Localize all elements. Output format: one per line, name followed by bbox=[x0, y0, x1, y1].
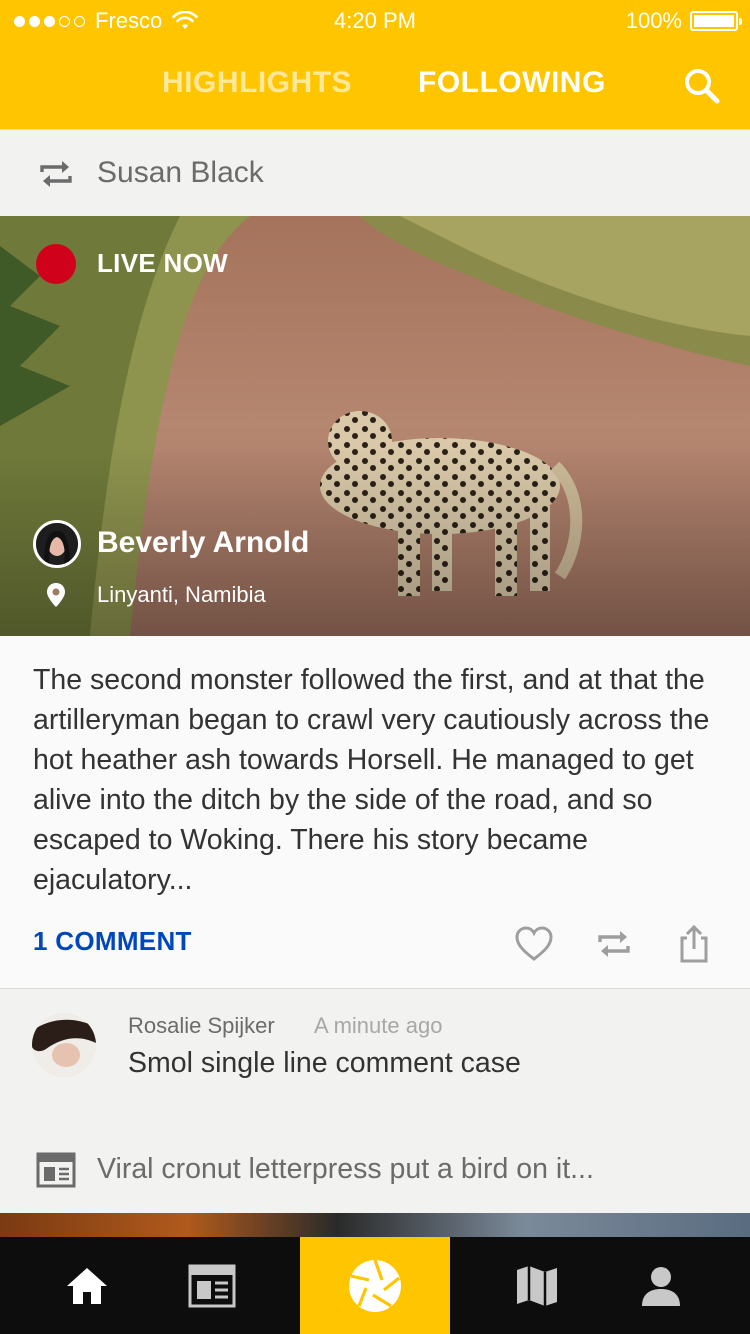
commenter-avatar-image bbox=[32, 1013, 96, 1077]
battery-icon bbox=[690, 11, 742, 31]
live-now-label: LIVE NOW bbox=[97, 248, 228, 278]
article-icon bbox=[36, 1152, 76, 1188]
tab-following[interactable]: FOLLOWING bbox=[418, 66, 606, 100]
home-icon bbox=[67, 1267, 107, 1304]
comment-author[interactable]: Rosalie Spijker bbox=[128, 1013, 275, 1039]
post-body: The second monster followed the first, a… bbox=[0, 636, 750, 988]
share-icon[interactable] bbox=[674, 924, 714, 964]
profile-icon bbox=[642, 1266, 680, 1306]
leopard-photo bbox=[0, 216, 750, 636]
comments-link[interactable]: 1 COMMENT bbox=[33, 926, 192, 957]
comment-timestamp: A minute ago bbox=[314, 1013, 443, 1038]
repost-icon[interactable] bbox=[594, 924, 634, 964]
nav-bar: HIGHLIGHTS FOLLOWING bbox=[0, 40, 750, 129]
status-bar: Fresco 4:20 PM 100% bbox=[0, 0, 750, 40]
tab-news[interactable] bbox=[137, 1237, 287, 1334]
post-text[interactable]: The second monster followed the first, a… bbox=[33, 660, 723, 900]
next-post-image-peek[interactable] bbox=[0, 1213, 750, 1238]
comment-section: Rosalie Spijker A minute ago Smol single… bbox=[0, 988, 750, 1213]
avatar-image bbox=[36, 523, 78, 565]
avatar[interactable] bbox=[33, 520, 81, 568]
tab-profile[interactable] bbox=[586, 1237, 736, 1334]
map-icon bbox=[517, 1265, 557, 1306]
tab-highlights[interactable]: HIGHLIGHTS bbox=[162, 66, 352, 100]
repost-attribution[interactable]: Susan Black bbox=[0, 129, 750, 216]
post-location[interactable]: Linyanti, Namibia bbox=[97, 582, 266, 608]
battery-percent: 100% bbox=[625, 8, 682, 33]
location-pin-icon bbox=[47, 583, 65, 607]
avatar[interactable] bbox=[32, 1013, 96, 1077]
related-article-title[interactable]: Viral cronut letterpress put a bird on i… bbox=[97, 1153, 594, 1186]
tab-camera[interactable] bbox=[300, 1237, 450, 1334]
tab-bar bbox=[0, 1237, 750, 1334]
news-icon bbox=[188, 1264, 236, 1307]
camera-shutter-icon bbox=[349, 1258, 401, 1312]
status-right: 100% bbox=[625, 8, 742, 34]
reposted-by-name[interactable]: Susan Black bbox=[97, 156, 264, 190]
heart-icon[interactable] bbox=[514, 924, 554, 964]
post-photo[interactable] bbox=[0, 216, 750, 636]
post-author-name[interactable]: Beverly Arnold bbox=[97, 526, 309, 560]
live-indicator-dot bbox=[36, 244, 76, 284]
search-icon[interactable] bbox=[680, 64, 724, 108]
comment-text: Smol single line comment case bbox=[128, 1047, 521, 1079]
repost-icon bbox=[40, 161, 72, 187]
